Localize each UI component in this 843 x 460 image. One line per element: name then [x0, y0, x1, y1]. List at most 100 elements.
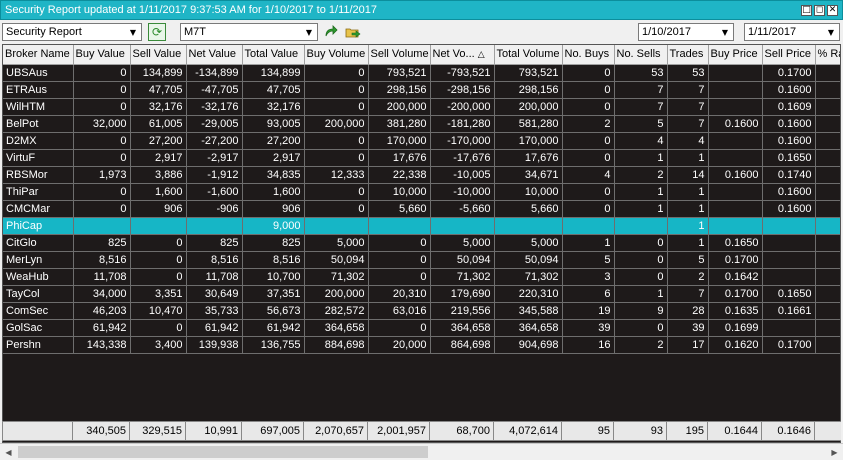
table-cell: 793,521: [368, 64, 431, 82]
scroll-left-icon[interactable]: ◀: [0, 444, 17, 460]
date-to-value: 1/11/2017: [748, 26, 797, 38]
date-from-picker[interactable]: 1/10/2017 ▼: [638, 23, 734, 41]
table-cell: 0.1740: [762, 166, 816, 184]
column-header-label: No. Sells: [616, 48, 661, 61]
column-header[interactable]: Trades: [667, 45, 709, 65]
column-header[interactable]: Sell Volume: [368, 45, 431, 65]
table-cell: 0: [368, 251, 431, 269]
table-cell: 0.1699: [708, 319, 763, 337]
table-cell: -134,899: [186, 64, 243, 82]
table-row[interactable]: UBSAus 0 134,899 -134,899 134,899 0 793,521 -79…: [3, 64, 840, 82]
table-row[interactable]: RBSMor 1,973 3,886 -1,912 34,835 12,333 22,338…: [3, 166, 840, 184]
table-cell: 61,005: [130, 115, 187, 133]
table-cell: 35,733: [186, 302, 243, 320]
table-cell: 4.8: [815, 98, 840, 116]
close-icon[interactable]: ✕: [827, 4, 838, 16]
total-cell: 195: [666, 421, 708, 441]
go-arrow-icon[interactable]: [322, 23, 340, 41]
table-row[interactable]: WilHTM 0 32,176 -32,176 32,176 0 200,000 -200,0…: [3, 98, 840, 116]
table-cell: 0: [614, 234, 668, 252]
restore-icon[interactable]: □: [801, 4, 812, 16]
scrollbar-thumb[interactable]: [18, 446, 428, 458]
table-row[interactable]: ComSec 46,203 10,470 35,733 56,673 282,572 63,…: [3, 302, 840, 320]
column-header[interactable]: No. Buys: [562, 45, 615, 65]
refresh-icon[interactable]: ⟳: [148, 23, 166, 41]
column-header[interactable]: Buy Volume: [304, 45, 369, 65]
table-cell: 5: [667, 251, 709, 269]
column-header-label: Sell Volume: [370, 48, 429, 61]
table-cell: 5.2: [815, 166, 840, 184]
table-cell: 19: [562, 302, 615, 320]
table-cell: 10,470: [130, 302, 187, 320]
chevron-down-icon[interactable]: ▼: [717, 24, 733, 40]
column-header[interactable]: Sell Price: [762, 45, 816, 65]
chevron-down-icon[interactable]: ▼: [301, 24, 317, 40]
table-cell: 2,917: [130, 149, 187, 167]
column-header[interactable]: Buy Value: [73, 45, 131, 65]
folder-arrow-icon[interactable]: [344, 23, 362, 41]
column-header[interactable]: Net Value: [186, 45, 243, 65]
chevron-down-icon[interactable]: ▼: [125, 24, 141, 40]
float-icon[interactable]: ◻: [814, 4, 825, 16]
table-cell: 50,094: [494, 251, 563, 269]
broker-name-cell: RBSMor: [3, 166, 74, 184]
table-row[interactable]: GolSac 61,942 0 61,942 61,942 364,658 0 364,658…: [3, 319, 840, 337]
horizontal-scrollbar[interactable]: ◀ ▶: [0, 443, 843, 460]
table-cell: 37,351: [242, 285, 305, 303]
table-cell: 0: [304, 183, 369, 201]
table-header: Broker Name Buy Value Sell Value Net Value T…: [3, 45, 840, 65]
table-cell: -27,200: [186, 132, 243, 150]
column-header-label: Net Value: [188, 48, 237, 61]
table-cell: 1,600: [130, 183, 187, 201]
table-cell: 200,000: [368, 98, 431, 116]
table-cell: 0: [562, 183, 615, 201]
table-cell: 0: [562, 98, 615, 116]
column-header[interactable]: Broker Name: [3, 45, 74, 65]
table-row[interactable]: D2MX 0 27,200 -27,200 27,200 0 170,000 -170,000…: [3, 132, 840, 150]
column-header[interactable]: No. Sells: [614, 45, 668, 65]
column-header[interactable]: Total Volume: [494, 45, 563, 65]
table-row[interactable]: ThiPar 0 1,600 -1,600 1,600 0 10,000 -10,000 10,…: [3, 183, 840, 201]
table-row[interactable]: ETRAus 0 47,705 -47,705 47,705 0 298,156 -298,1…: [3, 81, 840, 99]
table-cell: 0: [73, 132, 131, 150]
column-header[interactable]: Sell Value: [130, 45, 187, 65]
table-cell: 345,588: [494, 302, 563, 320]
table-cell: -2,917: [186, 149, 243, 167]
table-row[interactable]: VirtuF 0 2,917 -2,917 2,917 0 17,676 -17,676 17,…: [3, 149, 840, 167]
table-row[interactable]: TayCol 34,000 3,351 30,649 37,351 200,000 20,3…: [3, 285, 840, 303]
table-cell: 134,899: [242, 64, 305, 82]
security-code-select[interactable]: M7T ▼: [180, 23, 318, 41]
table-cell: 8,516: [73, 251, 131, 269]
table-row[interactable]: PhiCap 9,000 1 1.3: [3, 217, 840, 235]
sort-ascending-icon[interactable]: △: [478, 50, 485, 60]
column-header[interactable]: % Rank: [815, 45, 840, 65]
table-cell: 0: [562, 81, 615, 99]
table-row[interactable]: BelPot 32,000 61,005 -29,005 93,005 200,000 38…: [3, 115, 840, 133]
table-cell: [304, 217, 369, 235]
column-header[interactable]: Total Value: [242, 45, 305, 65]
table-row[interactable]: Pershn 143,338 3,400 139,938 136,755 884,698 2…: [3, 336, 840, 354]
table-row[interactable]: CMCMar 0 906 -906 906 0 5,660 -5,660 5,660 0 1 1 0.1…: [3, 200, 840, 218]
column-header[interactable]: Net Vo... △: [430, 45, 495, 65]
report-type-select[interactable]: Security Report ▼: [2, 23, 142, 41]
table-cell: [73, 217, 131, 235]
table-row[interactable]: WeaHub 11,708 0 11,708 10,700 71,302 0 71,302 71…: [3, 268, 840, 286]
table-cell: 50,094: [304, 251, 369, 269]
table-cell: [708, 149, 763, 167]
column-header[interactable]: Buy Price: [708, 45, 763, 65]
table-cell: -200,000: [430, 98, 495, 116]
table-cell: [708, 217, 763, 235]
date-to-picker[interactable]: 1/11/2017 ▼: [744, 23, 840, 41]
total-cell: 0.1644: [707, 421, 762, 441]
scroll-right-icon[interactable]: ▶: [826, 444, 843, 460]
table-row[interactable]: CitGlo 825 0 825 825 5,000 0 5,000 5,000 1 0 1 0.165…: [3, 234, 840, 252]
table-cell: 0.1700: [708, 251, 763, 269]
table-cell: 793,521: [494, 64, 563, 82]
table-cell: 1: [614, 183, 668, 201]
chevron-down-icon[interactable]: ▼: [823, 24, 839, 40]
table-cell: 364,658: [304, 319, 369, 337]
table-cell: 2: [562, 115, 615, 133]
broker-name-cell: ThiPar: [3, 183, 74, 201]
table-cell: 1: [614, 149, 668, 167]
table-row[interactable]: MerLyn 8,516 0 8,516 8,516 50,094 0 50,094 50,09…: [3, 251, 840, 269]
